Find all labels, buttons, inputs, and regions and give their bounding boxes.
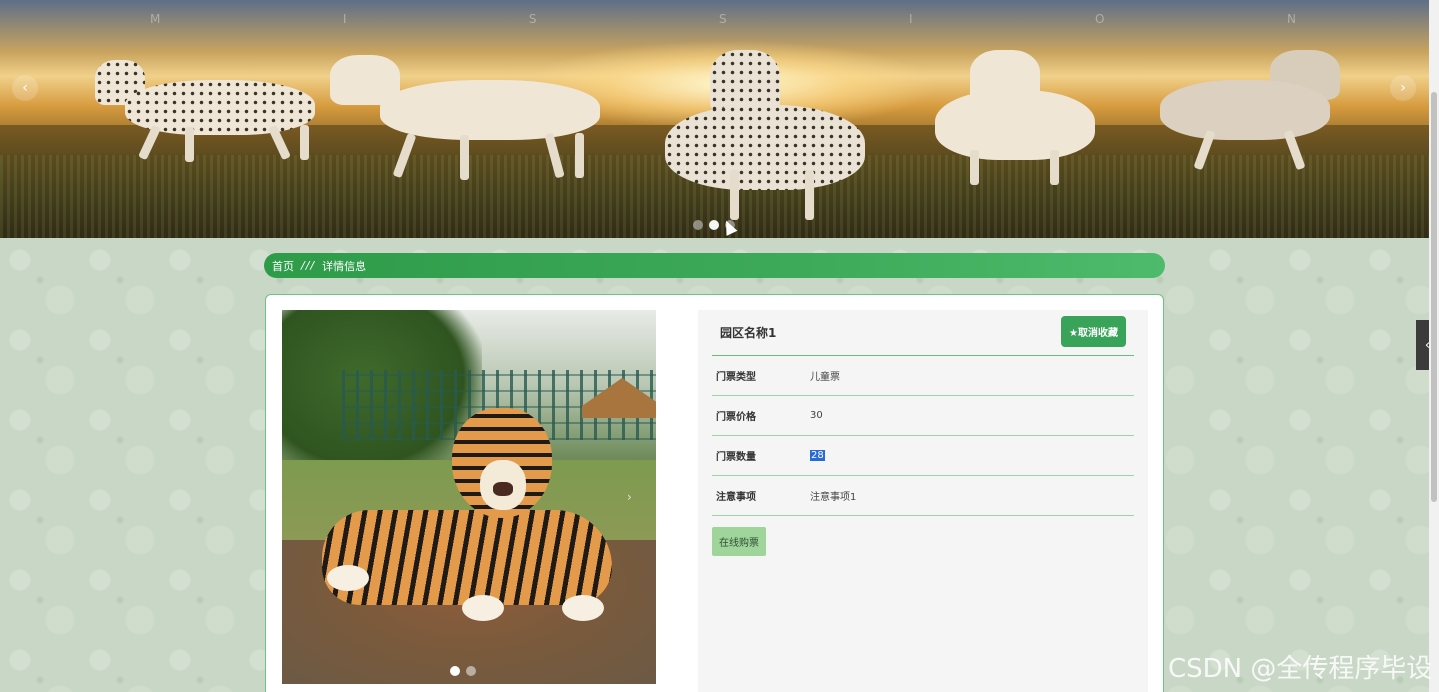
- park-name-title: 园区名称1: [720, 326, 777, 340]
- horse-image: [85, 55, 355, 165]
- info-row-notes: 注意事项 注意事项1: [712, 476, 1134, 516]
- info-value-selected: 28: [810, 450, 825, 461]
- banner-letter: N: [1286, 12, 1300, 26]
- watermark: CSDN @全传程序毕设: [1168, 654, 1433, 684]
- breadcrumb-current: 详情信息: [322, 259, 367, 273]
- info-value: 儿童票: [810, 372, 840, 383]
- tiger-paw: [562, 595, 604, 621]
- info-label: 门票价格: [716, 412, 756, 423]
- info-value: 注意事项1: [810, 492, 857, 503]
- banner-letter: I: [909, 12, 917, 26]
- photo-next-icon[interactable]: ›: [627, 490, 632, 504]
- banner-letter: M: [150, 12, 165, 26]
- banner-prev-icon[interactable]: ‹: [12, 75, 38, 101]
- banner-letter: S: [718, 12, 731, 26]
- page-scrollbar[interactable]: [1429, 0, 1439, 692]
- photo-dot[interactable]: [466, 666, 476, 676]
- info-header: 园区名称1 ★取消收藏: [712, 310, 1134, 356]
- tiger-paw: [327, 565, 369, 591]
- banner-dot-active[interactable]: [709, 220, 719, 230]
- photo-pagination: [450, 666, 476, 676]
- info-panel: 园区名称1 ★取消收藏 门票类型 儿童票 门票价格 30 门票数量 28 注意事…: [698, 310, 1148, 692]
- horse-image: [645, 50, 870, 225]
- banner-letter: O: [1095, 12, 1109, 26]
- breadcrumb-separator: ///: [301, 259, 316, 272]
- banner-letter: S: [528, 12, 541, 26]
- product-photo-carousel[interactable]: ›: [282, 310, 656, 684]
- banner-letters: M I S S I O N: [150, 12, 1300, 26]
- tiger-mouth: [493, 482, 513, 496]
- detail-card: › 园区名称1 ★取消收藏 门票类型 儿童票 门票价格 30 门票数量 28 注…: [265, 294, 1164, 692]
- info-row-ticket-type: 门票类型 儿童票: [712, 356, 1134, 396]
- banner-next-icon[interactable]: ›: [1390, 75, 1416, 101]
- info-value: 30: [810, 410, 823, 421]
- photo-dot-active[interactable]: [450, 666, 460, 676]
- banner-letter: I: [342, 12, 351, 26]
- buy-ticket-button[interactable]: 在线购票: [712, 527, 766, 556]
- tiger-paw: [462, 595, 504, 621]
- info-label: 门票类型: [716, 372, 756, 383]
- breadcrumb: 首页 /// 详情信息: [264, 253, 1165, 278]
- horse-image: [910, 50, 1100, 185]
- info-row-ticket-price: 门票价格 30: [712, 396, 1134, 436]
- horse-image: [1120, 50, 1350, 171]
- info-label: 门票数量: [716, 452, 756, 463]
- breadcrumb-home-link[interactable]: 首页: [272, 258, 294, 274]
- banner-dot[interactable]: [693, 220, 703, 230]
- info-label: 注意事项: [716, 492, 756, 503]
- horse-image: [320, 55, 620, 180]
- info-row-ticket-count: 门票数量 28: [712, 436, 1134, 476]
- banner-carousel[interactable]: M I S S I O N ‹ ›: [0, 0, 1429, 238]
- unfavorite-button[interactable]: ★取消收藏: [1061, 316, 1126, 347]
- scrollbar-thumb[interactable]: [1431, 92, 1437, 502]
- tiger-body: [322, 510, 612, 605]
